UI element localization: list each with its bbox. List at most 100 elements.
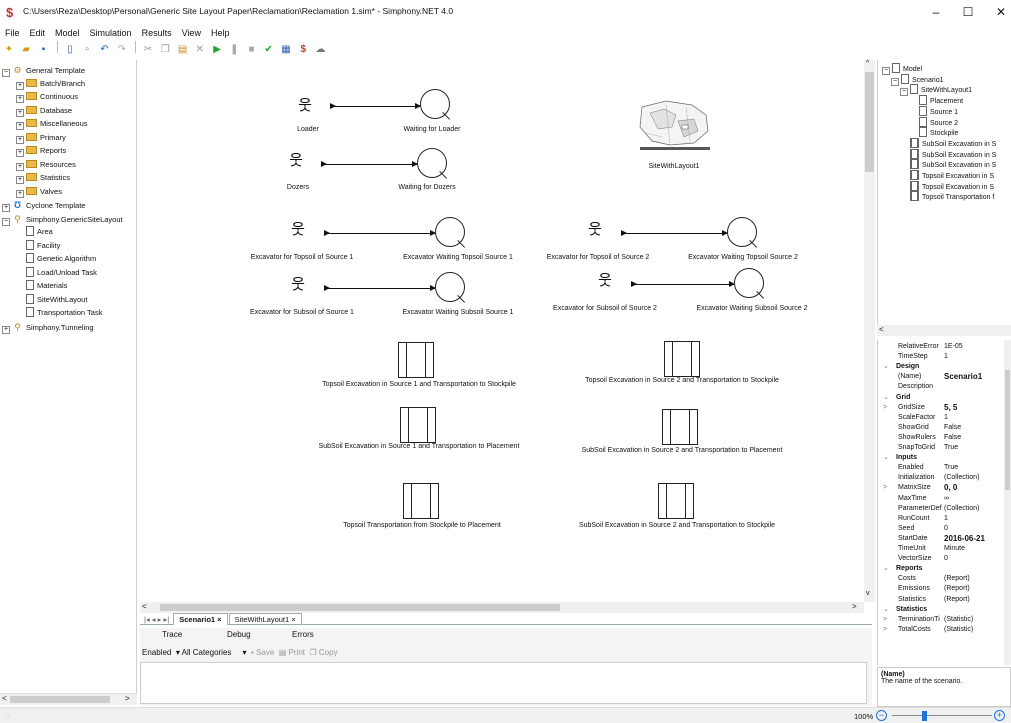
property-row[interactable]: ScaleFactor 1 [878, 413, 1008, 423]
resource-person-icon[interactable]: 웃 [298, 98, 312, 113]
tab-debug[interactable]: Debug [227, 630, 251, 639]
property-value[interactable]: False [944, 423, 961, 433]
task-block[interactable] [662, 409, 698, 445]
menu-help[interactable]: Help [206, 26, 235, 40]
queue-circle[interactable] [734, 268, 764, 298]
cloud-icon[interactable]: ☁ [314, 44, 326, 56]
menu-model[interactable]: Model [50, 26, 85, 40]
property-value[interactable]: (Report) [944, 574, 970, 584]
property-row[interactable]: Emissions (Report) [878, 584, 1008, 594]
property-row[interactable]: > MatrixSize 0, 0 [878, 483, 1008, 493]
chevron-down-icon[interactable]: ⌄ [883, 605, 889, 615]
tab-sitewithlayout1[interactable]: SiteWithLayout1 × [228, 613, 302, 625]
resource-person-icon[interactable]: 웃 [291, 222, 305, 237]
tree-item[interactable]: SiteWithLayout [16, 293, 87, 306]
property-row[interactable]: TimeStep 1 [878, 352, 1008, 362]
resource-person-icon[interactable]: 웃 [291, 277, 305, 292]
expand-icon[interactable]: + [16, 149, 24, 157]
chevron-right-icon[interactable]: > [883, 625, 887, 635]
tab-close-icon[interactable]: × [217, 615, 221, 624]
save-button[interactable]: Save [256, 648, 274, 657]
property-row[interactable]: Statistics (Report) [878, 595, 1008, 605]
scrollbar-thumb[interactable] [865, 72, 874, 172]
expand-icon[interactable]: + [16, 108, 24, 117]
property-row[interactable]: SnapToGrid True [878, 443, 1008, 453]
undo-icon[interactable]: ↶ [98, 44, 110, 56]
tab-trace[interactable]: Trace [162, 630, 182, 639]
chevron-right-icon[interactable]: > [883, 403, 887, 413]
model-tree-item[interactable]: SubSoil Excavation in S [900, 137, 996, 148]
property-value[interactable]: (Report) [944, 595, 970, 605]
scroll-up-icon[interactable]: ^ [866, 60, 869, 67]
property-row[interactable]: Enabled True [878, 463, 1008, 473]
property-category[interactable]: ⌄ Reports [878, 564, 1008, 574]
chevron-down-icon[interactable]: ⌄ [883, 362, 889, 372]
property-category[interactable]: ⌄ Statistics [878, 605, 1008, 615]
cut-icon[interactable]: ✂ [142, 44, 154, 56]
expand-icon[interactable]: + [2, 204, 10, 212]
tab-scenario1[interactable]: Scenario1 × [173, 613, 228, 625]
minimize-button[interactable]: – [919, 0, 953, 24]
collapse-icon[interactable]: − [2, 69, 10, 77]
collapse-icon[interactable]: − [882, 67, 890, 75]
scroll-left-icon[interactable]: < [2, 694, 7, 703]
tab-close-icon[interactable]: × [291, 615, 295, 624]
property-value[interactable]: (Statistic) [944, 615, 973, 625]
property-value[interactable]: True [944, 463, 958, 473]
tree-item[interactable]: Load/Unload Task [16, 266, 97, 279]
category-dropdown[interactable]: All Categories [182, 648, 232, 657]
property-row[interactable]: StartDate 2016-06-21 [878, 534, 1008, 544]
model-tree-scrollbar[interactable]: < [877, 325, 1011, 336]
tree-item[interactable]: Transportation Task [16, 307, 102, 319]
pause-icon[interactable]: ❚ [228, 44, 240, 56]
property-value[interactable]: 1 [944, 352, 948, 362]
property-value[interactable]: ∞ [944, 494, 949, 504]
zoom-slider[interactable] [892, 715, 992, 716]
zoom-in-button[interactable]: + [994, 710, 1005, 721]
canvas-horizontal-scrollbar[interactable]: < > [140, 602, 864, 613]
chevron-down-icon[interactable]: ▾ [243, 648, 247, 657]
menu-simulation[interactable]: Simulation [85, 26, 137, 40]
tree-item[interactable]: + Ʊ Cyclone Template [2, 199, 85, 212]
scrollbar-thumb[interactable] [10, 696, 110, 703]
tree-item[interactable]: + Database [16, 105, 72, 117]
report-icon[interactable]: ▦ [280, 44, 292, 56]
property-row[interactable]: MaxTime ∞ [878, 494, 1008, 504]
scroll-left-icon[interactable]: < [879, 325, 884, 335]
property-value[interactable]: 1 [944, 413, 948, 423]
resource-person-icon[interactable]: 웃 [588, 222, 602, 237]
property-row[interactable]: Initialization (Collection) [878, 473, 1008, 483]
expand-icon[interactable]: + [2, 325, 10, 334]
tree-item[interactable]: + Valves [16, 186, 62, 198]
model-tree-item[interactable]: − Scenario1 [891, 73, 944, 86]
zoom-out-button[interactable]: − [876, 710, 887, 721]
property-value[interactable]: 1E-05 [944, 342, 963, 352]
task-block[interactable] [398, 342, 434, 378]
task-block[interactable] [400, 407, 436, 443]
chevron-down-icon[interactable]: ⌄ [883, 453, 889, 463]
template-tree-scrollbar[interactable]: < > [0, 693, 137, 705]
copy-icon[interactable]: ❐ [159, 44, 171, 56]
dollar-icon[interactable]: $ [297, 44, 309, 56]
model-tree-item[interactable]: − SiteWithLayout1 [900, 84, 972, 97]
property-row[interactable]: RelativeError 1E-05 [878, 342, 1008, 352]
expand-icon[interactable]: + [16, 135, 24, 144]
property-value[interactable]: 1 [944, 514, 948, 524]
property-category[interactable]: ⌄ Design [878, 362, 1008, 372]
check-icon[interactable]: ✔ [263, 44, 275, 56]
tree-item[interactable]: − ⚲ Simphony.GenericSiteLayout [2, 213, 123, 226]
queue-circle[interactable] [727, 217, 757, 247]
property-category[interactable]: ⌄ Inputs [878, 453, 1008, 463]
collapse-icon[interactable]: − [891, 77, 899, 86]
queue-circle[interactable] [420, 89, 450, 119]
property-value[interactable]: Minute [944, 544, 965, 554]
tab-errors[interactable]: Errors [292, 630, 314, 639]
property-value[interactable]: (Collection) [944, 473, 979, 483]
scroll-right-icon[interactable]: > [852, 602, 857, 612]
property-value[interactable]: (Collection) [944, 504, 979, 514]
tree-item[interactable]: + Statistics [16, 172, 70, 184]
redo-icon[interactable]: ↷ [116, 44, 128, 56]
tree-item[interactable]: Area [16, 226, 53, 238]
tree-item[interactable]: + Continuous [16, 91, 78, 103]
tree-item[interactable]: + ⚲ Simphony.Tunneling [2, 321, 94, 334]
